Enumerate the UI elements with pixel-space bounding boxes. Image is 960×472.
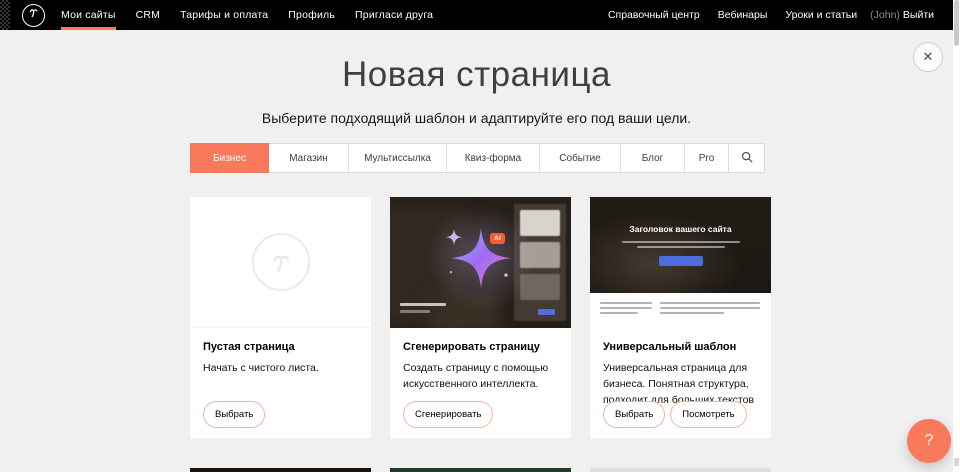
topbar: Мои сайты CRM Тарифы и оплата Профиль Пр… xyxy=(0,0,953,30)
nav-crm[interactable]: CRM xyxy=(126,0,171,30)
card-description: Создать страницу с помощью искусственног… xyxy=(403,361,558,393)
tab-search[interactable] xyxy=(728,143,765,173)
generate-button[interactable]: Сгенерировать xyxy=(403,401,493,428)
template-category-tabs: Бизнес Магазин Мультиссылка Квиз-форма С… xyxy=(190,143,765,173)
card-description: Начать с чистого листа. xyxy=(203,361,358,377)
template-card-universal: Заголовок вашего сайта Универсальный шаб… xyxy=(590,197,771,438)
close-icon: ✕ xyxy=(923,49,934,65)
window-edge-texture xyxy=(0,0,10,30)
tilda-logo[interactable] xyxy=(22,4,45,27)
ai-template-preview[interactable]: AI xyxy=(390,197,571,328)
card-title: Пустая страница xyxy=(203,341,358,353)
preview-site-heading: Заголовок вашего сайта xyxy=(590,224,771,234)
preview-universal-button[interactable]: Посмотреть xyxy=(670,401,746,428)
secondary-nav: Справочный центр Вебинары Уроки и статьи… xyxy=(599,0,953,30)
tab-pro[interactable]: Pro xyxy=(684,143,729,173)
main-nav: Мои сайты CRM Тарифы и оплата Профиль Пр… xyxy=(51,0,443,30)
tab-multilink[interactable]: Мультиссылка xyxy=(348,143,447,173)
card-actions: Сгенерировать xyxy=(403,401,493,428)
scrollbar[interactable] xyxy=(953,0,960,472)
user-name: (John) xyxy=(870,9,900,21)
faux-text-line xyxy=(600,312,638,314)
nav-my-sites[interactable]: Мои сайты xyxy=(51,0,126,30)
close-button[interactable]: ✕ xyxy=(913,42,943,72)
help-button[interactable]: ? xyxy=(907,419,951,463)
ai-star-icon xyxy=(425,202,537,319)
faux-text-line xyxy=(600,307,652,309)
template-cards-row: Пустая страница Начать с чистого листа. … xyxy=(190,197,771,438)
scrollbar-bottom-marker xyxy=(954,458,959,466)
preview-hero-photo: Заголовок вашего сайта xyxy=(590,197,771,293)
template-card-blank: Пустая страница Начать с чистого листа. … xyxy=(190,197,371,438)
card-actions: Выбрать Посмотреть xyxy=(603,401,747,428)
user-area: (John)Выйти xyxy=(866,9,947,21)
nav-tariffs[interactable]: Тарифы и оплата xyxy=(170,0,278,30)
faux-text-line xyxy=(660,312,724,314)
ai-badge: AI xyxy=(490,233,505,244)
faux-button xyxy=(538,309,555,315)
card-body: Сгенерировать страницу Создать страницу … xyxy=(390,328,571,393)
page-title: Новая страница xyxy=(0,55,953,95)
card-body: Пустая страница Начать с чистого листа. xyxy=(190,328,371,377)
tab-business[interactable]: Бизнес xyxy=(190,143,269,173)
faux-text-line xyxy=(637,246,725,248)
faux-text-line xyxy=(660,302,760,304)
blank-template-preview[interactable] xyxy=(190,197,371,328)
faux-text-line xyxy=(660,307,760,309)
template-card-ai-generate: AI Сгенерировать страницу Создать страни… xyxy=(390,197,571,438)
tab-event[interactable]: Событие xyxy=(539,143,621,173)
card-actions: Выбрать xyxy=(203,401,265,428)
select-universal-button[interactable]: Выбрать xyxy=(603,401,665,428)
select-blank-button[interactable]: Выбрать xyxy=(203,401,265,428)
search-icon xyxy=(741,151,753,166)
template-card-partial[interactable] xyxy=(590,468,771,472)
template-card-partial[interactable] xyxy=(390,468,571,472)
tab-blog[interactable]: Блог xyxy=(620,143,685,173)
preview-text-section xyxy=(590,293,771,328)
nav-invite-friend[interactable]: Пригласи друга xyxy=(345,0,443,30)
nav-lessons[interactable]: Уроки и статьи xyxy=(776,9,866,21)
next-templates-row xyxy=(190,468,771,472)
nav-webinars[interactable]: Вебинары xyxy=(709,9,777,21)
preview-cta-button xyxy=(659,256,703,266)
universal-template-preview[interactable]: Заголовок вашего сайта xyxy=(590,197,771,328)
tab-quiz-form[interactable]: Квиз-форма xyxy=(446,143,540,173)
template-card-partial[interactable] xyxy=(190,468,371,472)
nav-help-center[interactable]: Справочный центр xyxy=(599,9,709,21)
card-title: Сгенерировать страницу xyxy=(403,341,558,353)
faux-text-line xyxy=(600,302,652,304)
page-subtitle: Выберите подходящий шаблон и адаптируйте… xyxy=(0,110,953,126)
faux-text-line xyxy=(622,241,740,243)
tilda-mark-icon xyxy=(252,233,310,291)
logout-link[interactable]: Выйти xyxy=(900,9,943,21)
card-title: Универсальный шаблон xyxy=(603,341,758,353)
tab-shop[interactable]: Магазин xyxy=(268,143,349,173)
nav-profile[interactable]: Профиль xyxy=(278,0,345,30)
tilda-logo-icon xyxy=(26,5,41,25)
scrollbar-thumb[interactable] xyxy=(954,0,959,46)
